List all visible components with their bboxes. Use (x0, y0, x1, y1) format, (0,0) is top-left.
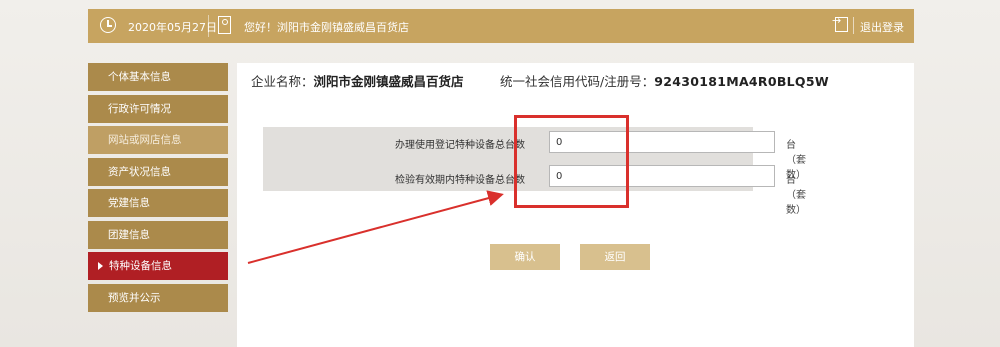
equipment-form: 办理使用登记特种设备总台数 台（套数） 检验有效期内特种设备总台数 台（套数） (263, 127, 806, 216)
registered-count-label: 办理使用登记特种设备总台数 (395, 140, 525, 151)
sidebar-item-website[interactable]: 网站或网店信息 (88, 126, 228, 154)
credit-label: 统一社会信用代码/注册号： (500, 74, 655, 89)
sidebar-item-special-equipment[interactable]: 特种设备信息 (88, 252, 228, 280)
company-label: 企业名称： (251, 74, 314, 89)
valid-inspection-count-unit: 台（套数） (786, 175, 806, 216)
sidebar-item-label: 网站或网店信息 (108, 134, 182, 146)
sidebar-item-admin-license[interactable]: 行政许可情况 (88, 94, 228, 123)
logout-link[interactable]: 退出登录 (860, 19, 904, 35)
top-bar: 2020年05月27日 您好！浏阳市金刚镇盛威昌百货店 退出登录 (88, 9, 914, 43)
clock-icon (100, 17, 116, 33)
sidebar-item-label: 个体基本信息 (108, 71, 171, 83)
current-date: 2020年05月27日 (128, 21, 217, 34)
valid-inspection-count-label: 检验有效期内特种设备总台数 (395, 175, 525, 186)
company-info: 企业名称：浏阳市金刚镇盛威昌百货店 (251, 71, 464, 90)
highlight-box (514, 115, 629, 208)
back-button[interactable]: 返回 (580, 244, 650, 270)
logout-icon[interactable] (832, 14, 848, 32)
greeting-text: 您好！浏阳市金刚镇盛威昌百货店 (244, 21, 409, 34)
header-divider (208, 15, 209, 37)
active-arrow-icon (98, 262, 103, 270)
confirm-button[interactable]: 确认 (490, 244, 560, 270)
sidebar-item-preview[interactable]: 预览并公示 (88, 283, 228, 312)
logout-divider (853, 17, 854, 34)
sidebar-item-label: 团建信息 (108, 228, 150, 241)
sidebar-item-party[interactable]: 党建信息 (88, 189, 228, 217)
sidebar-item-label: 特种设备信息 (109, 260, 172, 272)
user-icon (218, 16, 231, 34)
sidebar-item-assets[interactable]: 资产状况信息 (88, 157, 228, 186)
sidebar: 个体基本信息 行政许可情况 网站或网店信息 资产状况信息 党建信息 团建信息 特… (88, 63, 228, 315)
sidebar-item-label: 党建信息 (108, 197, 150, 209)
sidebar-item-label: 行政许可情况 (108, 102, 171, 115)
sidebar-item-label: 预览并公示 (108, 291, 161, 304)
credit-code: 92430181MA4R0BLQ5W (654, 74, 829, 89)
credit-info: 统一社会信用代码/注册号：92430181MA4R0BLQ5W (500, 71, 829, 90)
sidebar-item-league[interactable]: 团建信息 (88, 220, 228, 249)
company-name: 浏阳市金刚镇盛威昌百货店 (313, 74, 464, 89)
sidebar-item-basic-info[interactable]: 个体基本信息 (88, 63, 228, 91)
sidebar-item-label: 资产状况信息 (108, 165, 171, 178)
